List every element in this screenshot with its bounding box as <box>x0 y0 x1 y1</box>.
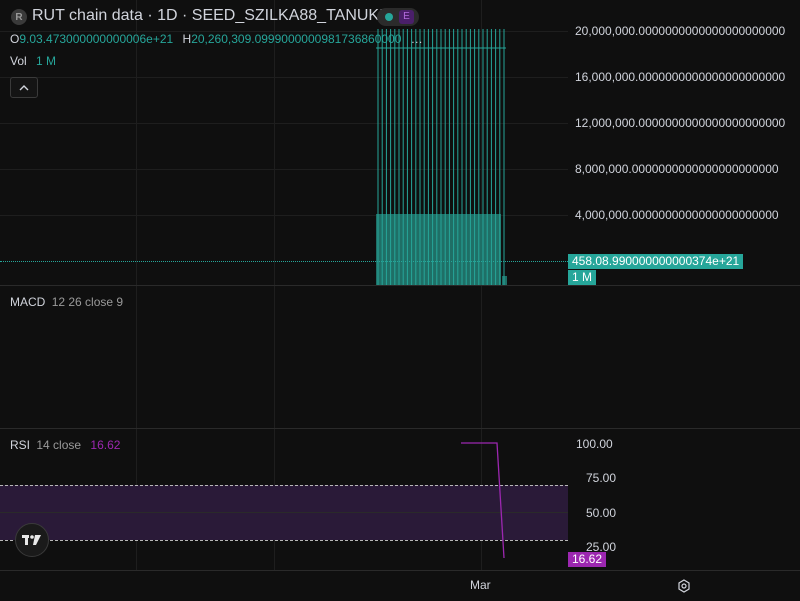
rsi-axis-tick: 50.00 <box>586 506 617 520</box>
symbol-logo-icon: R <box>11 9 27 25</box>
rsi-axis-tick: 75.00 <box>586 471 617 485</box>
price-axis-tick: 8,000,000.0000000000000000000000 <box>575 162 779 176</box>
rsi-line <box>461 442 505 559</box>
gear-icon <box>678 579 690 593</box>
ohlc-more[interactable]: … <box>411 32 423 46</box>
macd-pane[interactable]: MACD 12 26 close 9 <box>0 286 800 428</box>
chart-title[interactable]: RUT chain data · 1D · SEED_SZILKA88_TANU… <box>32 7 384 25</box>
price-axis-tick: 4,000,000.0000000000000000000000 <box>575 208 779 222</box>
high-value: 20,260,309.0999000000981736860000 <box>191 32 402 46</box>
price-axis-tick: 16,000,000.0000000000000000000000 <box>575 70 786 84</box>
tradingview-logo-icon[interactable] <box>15 523 49 557</box>
volume-badge: 1 M <box>568 270 597 285</box>
volume-value: 1 M <box>36 54 57 68</box>
open-value: 9.03.473000000000006e+21 <box>19 32 174 46</box>
macd-label: MACD <box>10 295 46 309</box>
price-pane[interactable]: 20,000,000.0000000000000000000000 16,000… <box>0 0 800 285</box>
exchange-badge-letter: E <box>399 10 414 24</box>
last-price-badge: 458.08.990000000000374e+21 <box>568 254 744 269</box>
price-axis-tick: 20,000,000.0000000000000000000000 <box>575 24 786 38</box>
chart-settings-button[interactable] <box>676 578 692 594</box>
rsi-value-badge: 16.62 <box>568 552 607 567</box>
rsi-value: 16.62 <box>90 438 121 452</box>
exchange-status-badge[interactable]: E <box>377 8 419 26</box>
open-label: O <box>10 32 20 46</box>
symbol-logo-letter: R <box>15 11 23 23</box>
chevron-up-icon <box>19 84 29 90</box>
rsi-params: 14 close <box>36 438 82 452</box>
price-axis-tick: 12,000,000.0000000000000000000000 <box>575 116 786 130</box>
last-price-line <box>0 261 568 262</box>
macd-legend: MACD 12 26 close 9 <box>10 295 123 309</box>
rsi-label: RSI <box>10 438 31 452</box>
rsi-axis-tick: 100.00 <box>576 437 613 451</box>
ohlc-legend: O9.03.473000000000006e+21 H20,260,309.09… <box>10 32 423 46</box>
market-status-dot-icon <box>385 13 393 21</box>
volume-legend: Vol 1 M <box>10 54 56 68</box>
macd-params: 12 26 close 9 <box>51 295 124 309</box>
time-axis-label: Mar <box>470 578 491 592</box>
high-label: H <box>182 32 192 46</box>
volume-label: Vol <box>10 54 27 68</box>
rsi-pane[interactable]: RSI 14 close 16.62 100.00 75.00 50.00 25… <box>0 429 800 570</box>
time-axis[interactable]: Mar <box>0 570 800 601</box>
rsi-legend: RSI 14 close 16.62 <box>10 438 120 452</box>
collapse-legend-button[interactable] <box>10 77 38 98</box>
